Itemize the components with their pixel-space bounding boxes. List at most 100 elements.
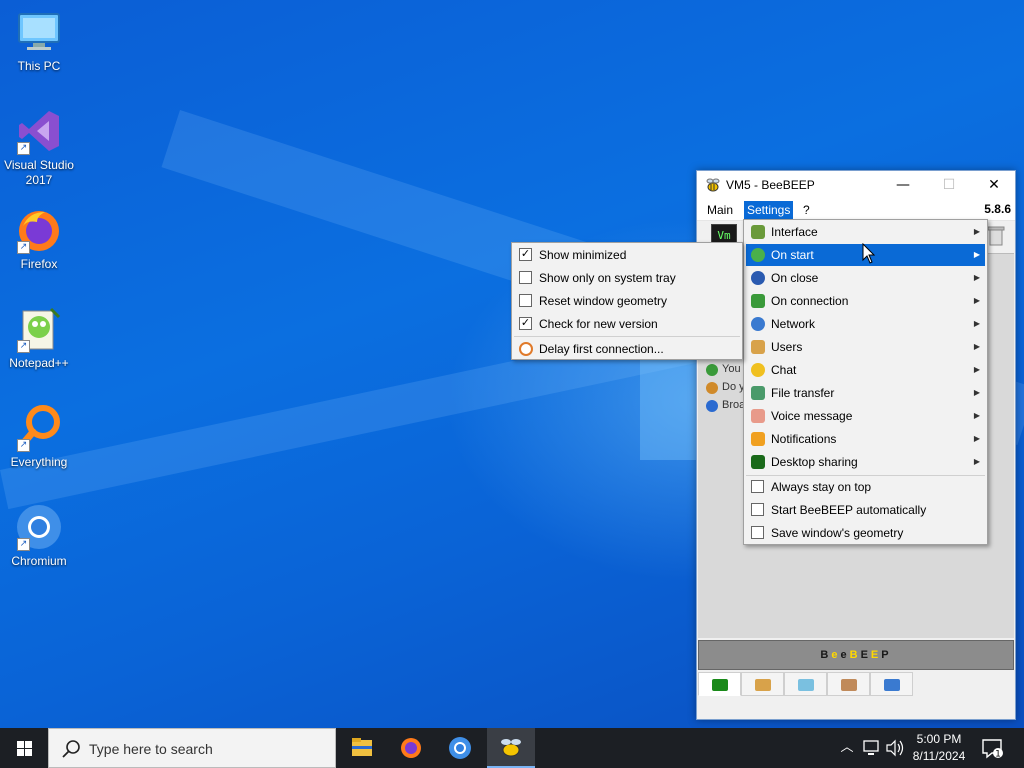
submenu-arrow-icon: ▶: [973, 365, 980, 374]
start-button[interactable]: [0, 728, 48, 768]
checkbox[interactable]: [519, 294, 532, 307]
desktop-icon-label: Firefox: [20, 257, 58, 271]
notepad-plus-plus-icon: ↗: [15, 305, 63, 353]
menu-item-users[interactable]: Users ▶: [746, 336, 985, 358]
file-transfer-icon: [751, 386, 765, 400]
checkbox[interactable]: [751, 480, 764, 493]
menu-item-on-close[interactable]: On close ▶: [746, 267, 985, 289]
gear-icon: [751, 248, 765, 262]
menu-separator: [514, 336, 740, 337]
info-icon: [706, 382, 718, 394]
checkbox-checked[interactable]: ✓: [519, 248, 532, 261]
desktop-icon-label: Notepad++: [9, 356, 69, 370]
shortcut-arrow-icon: ↗: [17, 538, 30, 551]
chevron-up-icon: ︿: [840, 740, 854, 755]
desktop-icon-firefox[interactable]: ↗ Firefox: [0, 206, 78, 272]
chromium-icon: [449, 737, 471, 759]
menu-item-start-automatically[interactable]: Start BeeBEEP automatically: [746, 499, 985, 521]
tab-users[interactable]: [741, 672, 784, 696]
volume-tray-button[interactable]: [884, 728, 906, 768]
desktop-icon-this-pc[interactable]: This PC: [0, 8, 78, 74]
tab-home[interactable]: [698, 672, 741, 696]
interface-icon: [751, 225, 765, 239]
tab-files[interactable]: [870, 672, 913, 696]
version-label: 5.8.6: [984, 202, 1011, 216]
close-button[interactable]: ✕: [971, 171, 1017, 199]
shortcut-arrow-icon: ↗: [17, 340, 30, 353]
submenu-arrow-icon: ▶: [973, 319, 980, 328]
window-title: VM5 - BeeBEEP: [726, 178, 815, 192]
menu-item-notifications[interactable]: Notifications ▶: [746, 428, 985, 450]
search-box[interactable]: Type here to search: [48, 728, 336, 768]
settings-menu: Interface ▶ On start ▶ On close ▶ On connec…: [743, 219, 988, 545]
menu-item-check-new-version[interactable]: ✓ Check for new version: [514, 313, 740, 335]
notification-center-button[interactable]: 1: [980, 736, 1004, 760]
tab-chats[interactable]: [784, 672, 827, 696]
checkbox-checked[interactable]: ✓: [519, 317, 532, 330]
menu-item-voice-message[interactable]: Voice message ▶: [746, 405, 985, 427]
menu-item-save-window-geometry[interactable]: Save window's geometry: [746, 522, 985, 544]
shortcut-arrow-icon: ↗: [17, 241, 30, 254]
chromium-icon: ↗: [15, 503, 63, 551]
trash-icon[interactable]: [987, 225, 1005, 247]
menu-main[interactable]: Main: [704, 201, 736, 219]
menu-item-show-minimized[interactable]: ✓ Show minimized: [514, 244, 740, 266]
desktop-icon-label: Everything: [10, 455, 68, 469]
clock-time: 5:00 PM: [916, 732, 962, 746]
taskbar-beebeep[interactable]: [487, 728, 535, 768]
beebeep-banner: BeeBEEP: [698, 640, 1014, 670]
on-start-submenu: ✓ Show minimized Show only on system tra…: [511, 242, 743, 360]
speaker-icon: [886, 739, 904, 757]
desktop-sharing-icon: [751, 455, 765, 469]
broadcast-icon: [706, 400, 718, 412]
desktop-icon-chromium[interactable]: ↗ Chromium: [0, 503, 78, 569]
firefox-icon: [401, 738, 421, 758]
taskbar-file-explorer[interactable]: [338, 728, 386, 768]
folder-icon: [352, 738, 372, 756]
banner-letter: E: [870, 649, 882, 661]
menu-item-interface[interactable]: Interface ▶: [746, 221, 985, 243]
firefox-icon: ↗: [15, 206, 63, 254]
checkbox[interactable]: [751, 526, 764, 539]
network-icon: [863, 740, 879, 755]
bee-icon: [706, 178, 720, 192]
desktop-icon-label: Chromium: [11, 554, 67, 568]
bee-icon: [501, 739, 521, 757]
taskbar-firefox[interactable]: [387, 728, 435, 768]
minimize-button[interactable]: —: [880, 171, 926, 199]
menu-item-always-stay-on-top[interactable]: Always stay on top: [746, 476, 985, 498]
desktop-icon-notepad-plus-plus[interactable]: ↗ Notepad++: [0, 305, 78, 371]
chats-icon: [797, 678, 814, 691]
connection-icon: [751, 294, 765, 308]
checkbox[interactable]: [519, 271, 532, 284]
checkbox[interactable]: [751, 503, 764, 516]
network-tray-button[interactable]: [860, 728, 884, 768]
tab-groups[interactable]: [827, 672, 870, 696]
menu-settings[interactable]: Settings: [744, 201, 794, 219]
user-icon: [706, 364, 718, 376]
menu-item-delay-first-connection[interactable]: Delay first connection...: [514, 338, 740, 360]
title-bar[interactable]: VM5 - BeeBEEP — ☐ ✕: [697, 171, 1015, 199]
desktop-icon-visual-studio[interactable]: ↗ Visual Studio 2017: [0, 107, 78, 188]
menu-help[interactable]: ?: [800, 201, 813, 219]
menu-item-reset-window-geometry[interactable]: Reset window geometry: [514, 290, 740, 312]
submenu-arrow-icon: ▶: [973, 457, 980, 466]
clock[interactable]: 5:00 PM 8/11/2024: [906, 731, 972, 765]
desktop-icon-everything[interactable]: ↗ Everything: [0, 404, 78, 470]
menu-item-show-only-system-tray[interactable]: Show only on system tray: [514, 267, 740, 289]
home-icon: [711, 678, 728, 691]
menu-item-network[interactable]: Network ▶: [746, 313, 985, 335]
menu-item-chat[interactable]: Chat ▶: [746, 359, 985, 381]
banner-letter: e: [840, 649, 850, 661]
submenu-arrow-icon: ▶: [973, 342, 980, 351]
menu-item-on-connection[interactable]: On connection ▶: [746, 290, 985, 312]
menu-item-file-transfer[interactable]: File transfer ▶: [746, 382, 985, 404]
submenu-arrow-icon: ▶: [973, 296, 980, 305]
maximize-button[interactable]: ☐: [926, 171, 972, 199]
show-hidden-icons-button[interactable]: ︿: [838, 728, 856, 768]
submenu-arrow-icon: ▶: [973, 273, 980, 282]
menu-item-desktop-sharing[interactable]: Desktop sharing ▶: [746, 451, 985, 473]
chat-line: Broa: [706, 399, 745, 412]
submenu-arrow-icon: ▶: [973, 250, 980, 259]
taskbar-chromium[interactable]: [436, 728, 484, 768]
